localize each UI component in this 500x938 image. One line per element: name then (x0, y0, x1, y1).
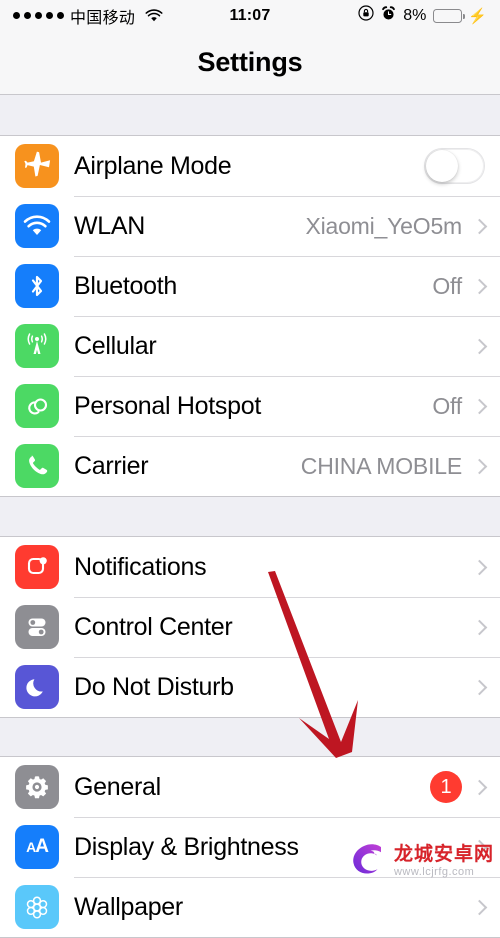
settings-row-wlan[interactable]: WLAN Xiaomi_YeO5m (0, 196, 500, 256)
group-spacer-1 (0, 497, 500, 536)
row-accessory (462, 839, 488, 855)
battery-percent-label: 8% (403, 6, 427, 24)
chevron-right-icon (471, 398, 488, 414)
row-accessory: Off (432, 392, 488, 420)
row-accessory (462, 679, 488, 695)
settings-row-label: Control Center (74, 612, 233, 641)
settings-group-connectivity: Airplane Mode WLAN Xiaomi_YeO5m Bluetoot… (0, 135, 500, 497)
battery-icon (433, 8, 466, 23)
status-bar: 中国移动 11:07 8% ⚡ (0, 0, 500, 31)
settings-row-airplane-mode[interactable]: Airplane Mode (0, 136, 500, 196)
settings-row-label: General (74, 772, 161, 801)
settings-row-carrier[interactable]: Carrier CHINA MOBILE (0, 436, 500, 496)
settings-row-cellular[interactable]: Cellular (0, 316, 500, 376)
rotation-lock-icon (358, 5, 374, 26)
wifi-icon (15, 204, 59, 248)
settings-row-label: Airplane Mode (74, 151, 232, 180)
group-spacer-top (0, 95, 500, 135)
chevron-right-icon (471, 839, 488, 855)
row-accessory: Xiaomi_YeO5m (305, 212, 488, 240)
row-accessory (462, 619, 488, 635)
settings-row-label: Do Not Disturb (74, 672, 234, 701)
airplane-mode-toggle[interactable] (424, 148, 485, 184)
chevron-right-icon (471, 218, 488, 234)
row-accessory (424, 148, 485, 184)
moon-icon (15, 665, 59, 709)
settings-row-wallpaper[interactable]: Wallpaper (0, 877, 500, 937)
carrier-label: 中国移动 (70, 9, 136, 27)
gear-icon (15, 765, 59, 809)
row-accessory: Off (432, 272, 488, 300)
chevron-right-icon (471, 619, 488, 635)
chevron-right-icon (471, 278, 488, 294)
chevron-right-icon (471, 779, 488, 795)
text-size-aa-icon: AA (15, 825, 59, 869)
row-value: Off (432, 392, 462, 419)
row-value: Xiaomi_YeO5m (305, 212, 462, 239)
settings-row-personal-hotspot[interactable]: Personal Hotspot Off (0, 376, 500, 436)
row-accessory: 1 (430, 771, 488, 803)
row-value: Off (432, 272, 462, 299)
status-bar-left: 中国移动 (13, 4, 163, 28)
settings-row-label: WLAN (74, 211, 146, 240)
settings-row-display-brightness[interactable]: AA Display & Brightness (0, 817, 500, 877)
row-accessory (462, 899, 488, 915)
hotspot-link-icon (15, 384, 59, 428)
row-accessory (462, 559, 488, 575)
settings-group-notifications: Notifications Control Center Do Not Dist… (0, 536, 500, 718)
toggle-knob (426, 150, 458, 182)
settings-row-label: Notifications (74, 552, 207, 581)
notifications-icon (15, 545, 59, 589)
settings-row-label: Carrier (74, 451, 149, 480)
status-badge: 1 (430, 771, 462, 803)
settings-row-label: Display & Brightness (74, 832, 299, 861)
chevron-right-icon (471, 458, 488, 474)
cellular-antenna-icon (15, 324, 59, 368)
lightning-bolt-icon: ⚡ (468, 7, 487, 25)
page-title: Settings (197, 47, 303, 77)
settings-row-label: Wallpaper (74, 892, 183, 921)
wallpaper-flower-icon (15, 885, 59, 929)
phone-handset-icon (15, 444, 59, 488)
bluetooth-icon (15, 264, 59, 308)
airplane-icon (15, 144, 59, 188)
aa-glyph: AA (26, 836, 49, 857)
chevron-right-icon (471, 338, 488, 354)
settings-row-control-center[interactable]: Control Center (0, 597, 500, 657)
settings-row-label: Cellular (74, 331, 157, 360)
wifi-icon (145, 8, 163, 23)
row-accessory: CHINA MOBILE (300, 452, 488, 480)
alarm-clock-icon (381, 5, 396, 26)
group-spacer-2 (0, 718, 500, 756)
settings-row-general[interactable]: General 1 (0, 757, 500, 817)
settings-row-label: Bluetooth (74, 271, 177, 300)
chevron-right-icon (471, 559, 488, 575)
row-value: CHINA MOBILE (300, 452, 462, 479)
settings-row-label: Personal Hotspot (74, 391, 261, 420)
navigation-bar: Settings (0, 31, 500, 95)
chevron-right-icon (471, 679, 488, 695)
signal-strength-dots (13, 12, 64, 19)
status-bar-right: 8% ⚡ (358, 5, 487, 26)
settings-row-do-not-disturb[interactable]: Do Not Disturb (0, 657, 500, 717)
settings-group-general: General 1 AA Display & Brightness Wallpa… (0, 756, 500, 938)
settings-row-bluetooth[interactable]: Bluetooth Off (0, 256, 500, 316)
settings-row-notifications[interactable]: Notifications (0, 537, 500, 597)
row-accessory (462, 338, 488, 354)
control-center-icon (15, 605, 59, 649)
chevron-right-icon (471, 899, 488, 915)
